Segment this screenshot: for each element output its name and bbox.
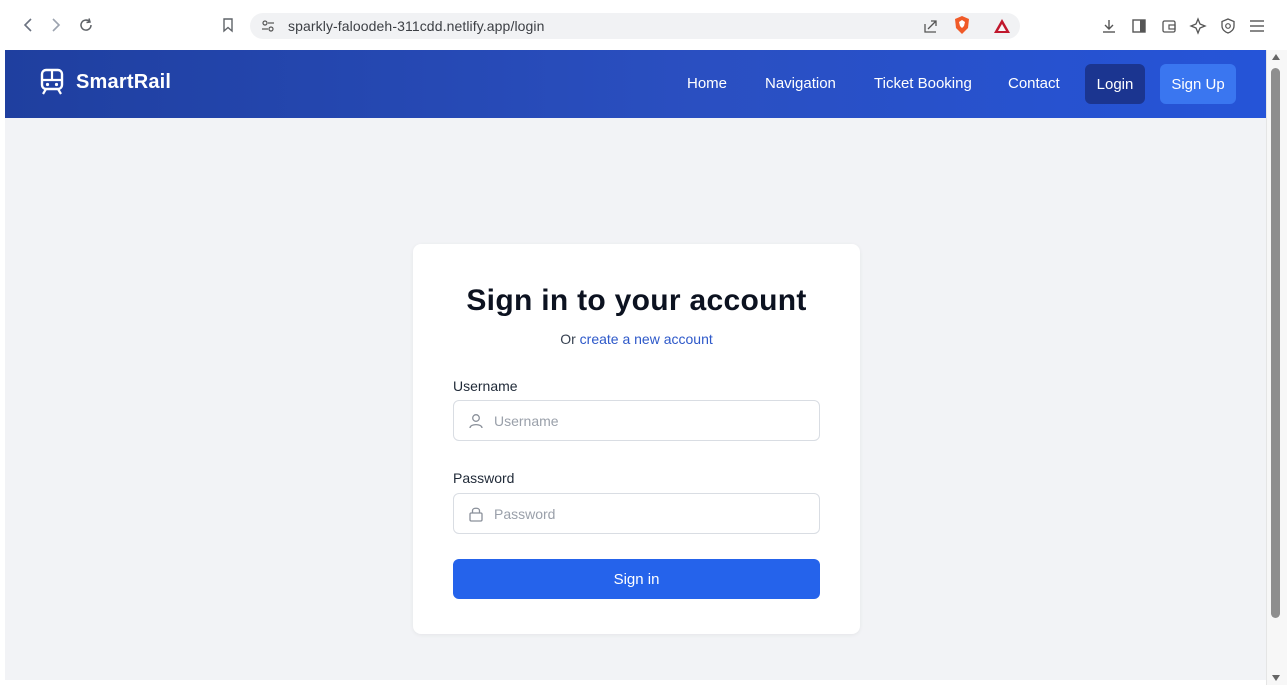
download-icon[interactable]	[1100, 17, 1118, 35]
back-icon[interactable]	[18, 15, 38, 35]
app-header: SmartRail Home Navigation Ticket Booking…	[5, 50, 1266, 118]
scroll-up-icon[interactable]	[1272, 54, 1280, 60]
brand[interactable]: SmartRail	[39, 68, 171, 96]
train-icon	[40, 68, 64, 95]
login-button[interactable]: Login	[1085, 64, 1145, 104]
create-account-link[interactable]: create a new account	[580, 331, 713, 347]
nav-contact[interactable]: Contact	[1008, 75, 1060, 92]
browser-toolbar: sparkly-faloodeh-311cdd.netlify.app/logi…	[0, 0, 1287, 50]
sidebar-icon[interactable]	[1130, 17, 1148, 35]
brand-name: SmartRail	[76, 70, 172, 93]
login-card: Sign in to your account Or create a new …	[413, 244, 860, 634]
signup-button[interactable]: Sign Up	[1160, 64, 1236, 104]
username-label: Username	[453, 378, 518, 394]
share-icon[interactable]	[922, 18, 940, 39]
username-field[interactable]	[453, 400, 820, 441]
password-label: Password	[453, 470, 515, 486]
username-input[interactable]	[494, 401, 814, 440]
brave-shields-icon[interactable]	[952, 14, 972, 41]
leo-icon[interactable]	[1189, 17, 1207, 35]
brave-rewards-icon[interactable]	[992, 17, 1012, 40]
nav-ticket-booking[interactable]: Ticket Booking	[874, 75, 972, 92]
url-text: sparkly-faloodeh-311cdd.netlify.app/logi…	[288, 18, 545, 34]
password-field[interactable]	[453, 493, 820, 534]
subtitle: Or create a new account	[413, 331, 860, 347]
nav-home[interactable]: Home	[687, 75, 727, 92]
subtitle-prefix: Or	[560, 331, 580, 347]
nav-navigation[interactable]: Navigation	[765, 75, 836, 92]
menu-icon[interactable]	[1248, 17, 1266, 35]
address-bar[interactable]: sparkly-faloodeh-311cdd.netlify.app/logi…	[250, 13, 1020, 39]
page-viewport: SmartRail Home Navigation Ticket Booking…	[5, 50, 1266, 680]
signin-button[interactable]: Sign in	[453, 559, 820, 599]
scroll-down-icon[interactable]	[1272, 675, 1280, 681]
scrollbar[interactable]	[1266, 50, 1287, 685]
reload-icon[interactable]	[76, 15, 96, 35]
lock-icon	[469, 507, 483, 522]
site-settings-icon[interactable]	[260, 18, 276, 39]
vpn-icon[interactable]	[1219, 17, 1237, 35]
forward-icon[interactable]	[46, 15, 66, 35]
page-title: Sign in to your account	[466, 284, 807, 317]
bookmark-icon[interactable]	[218, 15, 238, 35]
wallet-icon[interactable]	[1160, 17, 1178, 35]
password-input[interactable]	[494, 494, 814, 533]
scroll-thumb[interactable]	[1271, 68, 1280, 618]
user-icon	[469, 414, 483, 429]
